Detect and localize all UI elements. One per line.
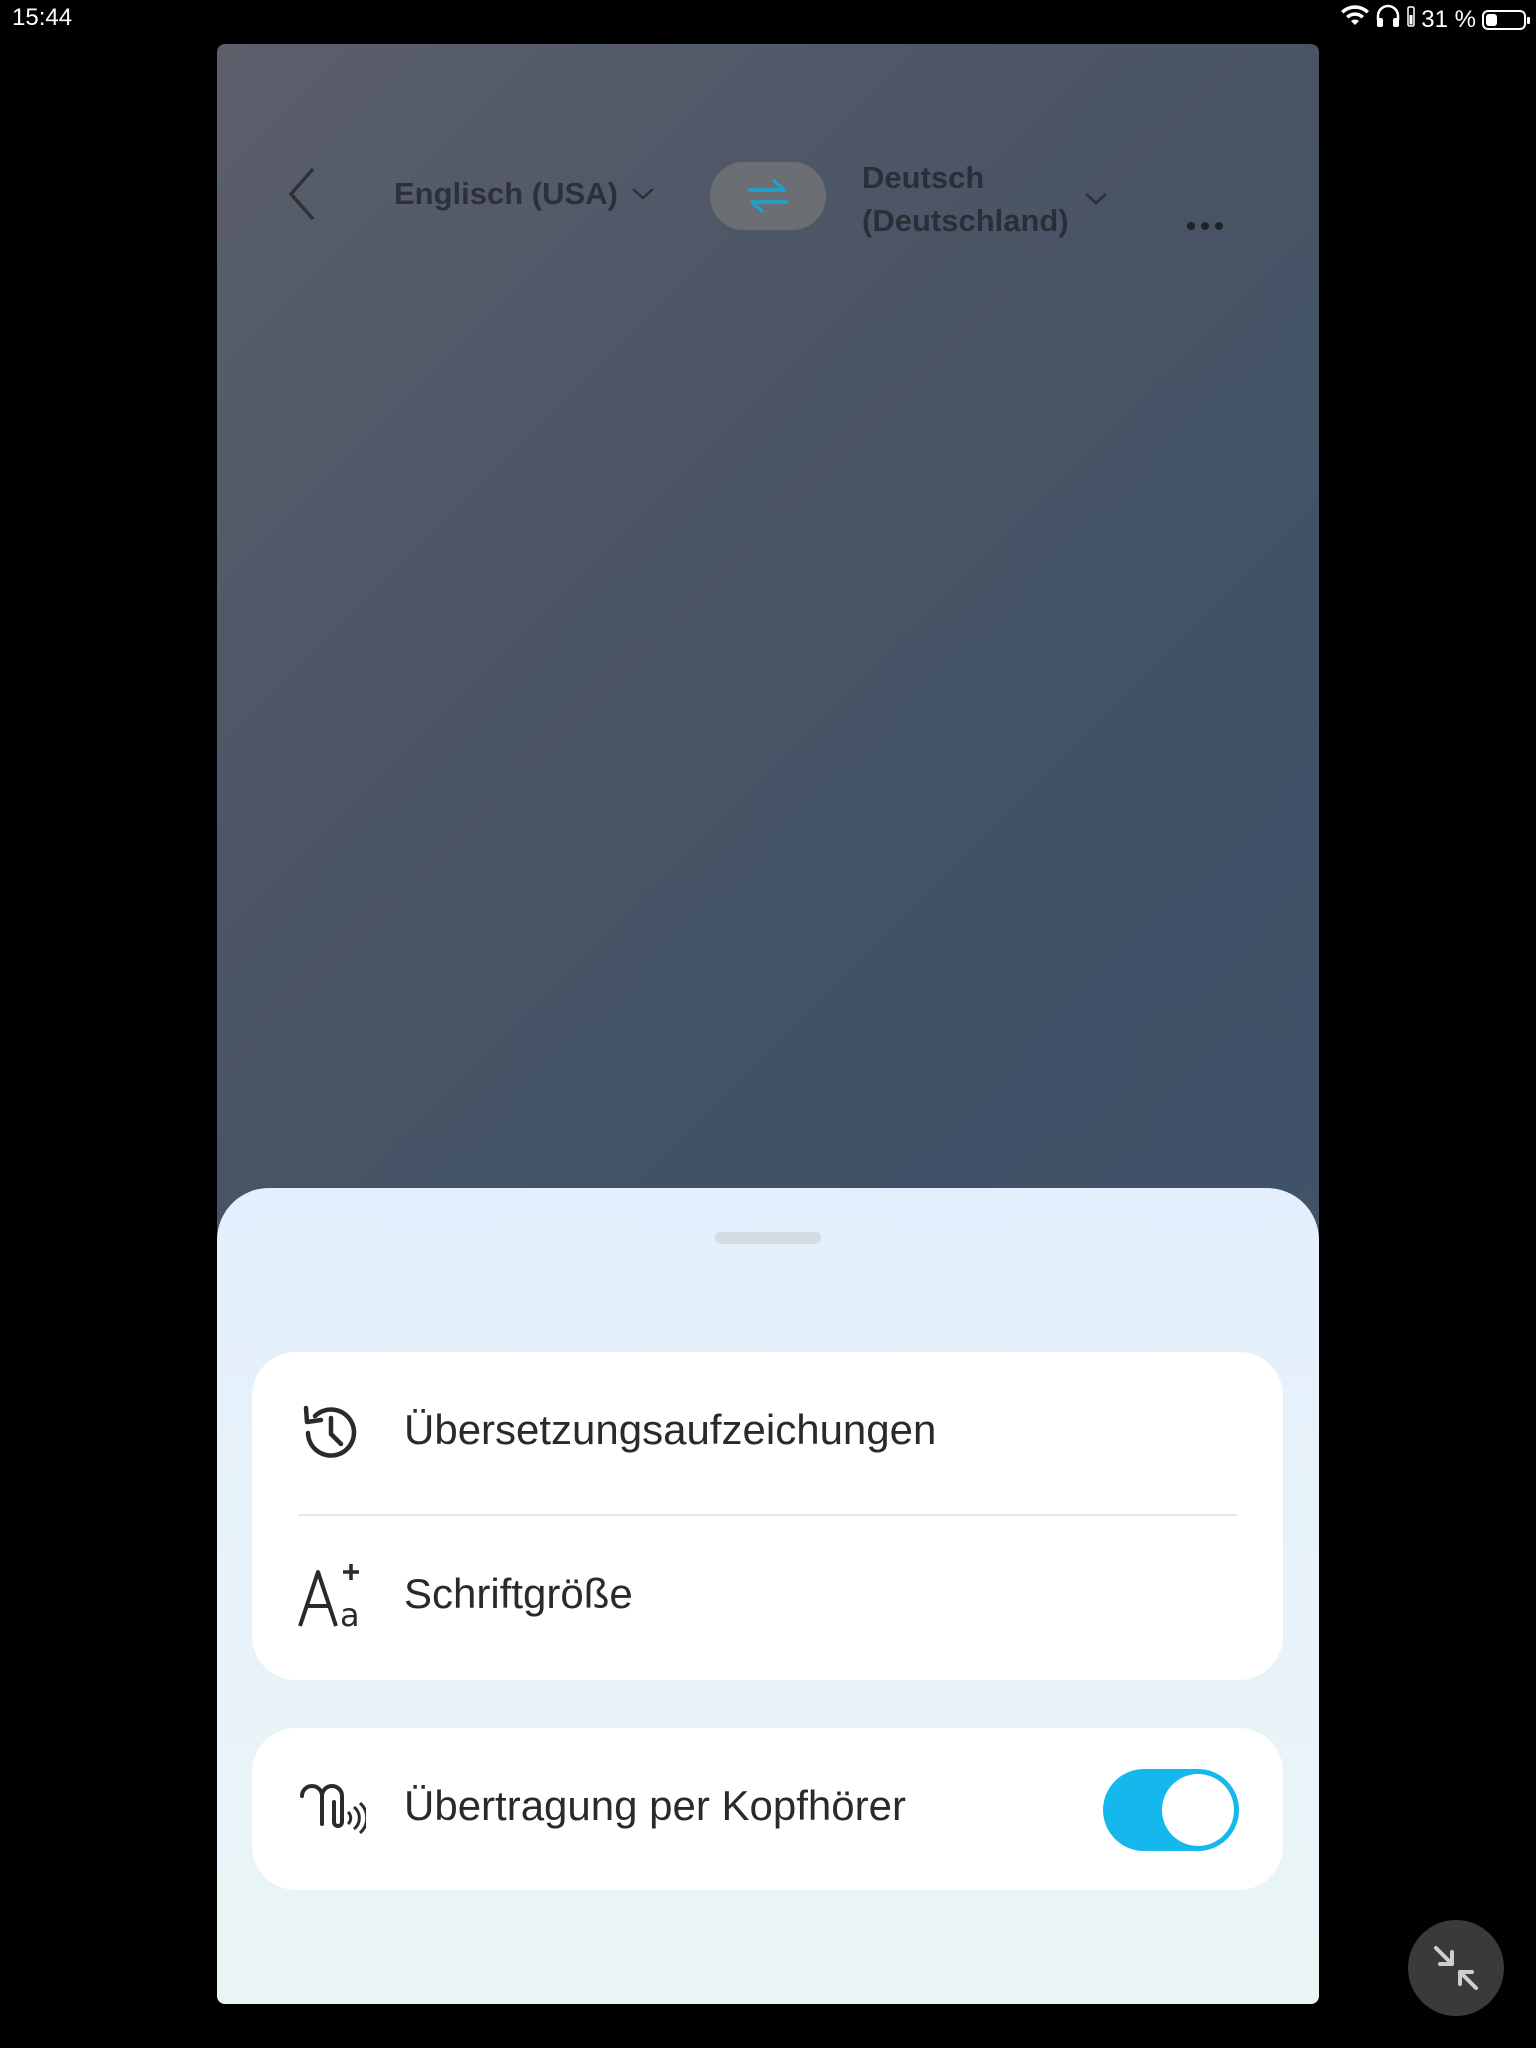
headphone-transfer-item: Übertragung per Kopfhörer: [252, 1728, 1283, 1890]
more-dot-icon: [1215, 222, 1223, 230]
earbuds-icon: [296, 1774, 366, 1844]
swap-icon: [748, 179, 788, 213]
chevron-down-icon: [1084, 193, 1107, 205]
toggle-knob: [1162, 1774, 1234, 1846]
back-button[interactable]: [277, 164, 327, 224]
chevron-down-icon: [632, 188, 654, 200]
battery-level: [1486, 13, 1497, 26]
sheet-drag-handle[interactable]: [715, 1232, 821, 1244]
history-icon: [296, 1398, 366, 1468]
target-language-label: Deutsch (Deutschland): [862, 160, 1069, 238]
headphone-transfer-label: Übertragung per Kopfhörer: [404, 1782, 906, 1829]
chevron-left-icon: [288, 167, 315, 221]
source-language-selector[interactable]: Englisch (USA): [394, 176, 654, 212]
options-card: Übersetzungsaufzeichungen a Schriftgröße: [252, 1352, 1283, 1680]
wifi-icon: [1341, 5, 1370, 34]
minimize-button[interactable]: [1408, 1920, 1504, 2016]
top-bar: Englisch (USA) Deutsch (Deutschland): [217, 44, 1319, 244]
more-options-button[interactable]: [1187, 222, 1223, 230]
swap-languages-button[interactable]: [710, 162, 826, 230]
status-bar: 15:44 31 %: [0, 0, 1536, 40]
battery-icon: [1482, 9, 1530, 30]
battery-percentage: 31 %: [1421, 5, 1476, 33]
font-size-icon: a: [296, 1562, 366, 1632]
source-language-label: Englisch (USA): [394, 176, 618, 211]
translator-window: Englisch (USA) Deutsch (Deutschland) Übe…: [217, 44, 1319, 2004]
headphone-battery-icon: [1407, 5, 1416, 34]
font-size-label: Schriftgröße: [404, 1570, 633, 1617]
translation-records-label: Übersetzungsaufzeichungen: [404, 1406, 937, 1453]
translation-records-item[interactable]: Übersetzungsaufzeichungen: [252, 1352, 1283, 1514]
more-dot-icon: [1201, 222, 1209, 230]
status-time: 15:44: [12, 4, 73, 31]
target-language-selector[interactable]: Deutsch (Deutschland): [862, 156, 1107, 242]
headphone-transfer-toggle[interactable]: [1103, 1769, 1239, 1851]
more-dot-icon: [1187, 222, 1195, 230]
headphone-card: Übertragung per Kopfhörer: [252, 1728, 1283, 1890]
headphones-icon: [1375, 4, 1401, 35]
bottom-sheet: Übersetzungsaufzeichungen a Schriftgröße: [217, 1188, 1319, 2004]
svg-text:a: a: [340, 1596, 360, 1632]
status-icons: 31 %: [1341, 4, 1530, 35]
collapse-arrows-icon: [1434, 1946, 1478, 1990]
font-size-item[interactable]: a Schriftgröße: [252, 1516, 1283, 1680]
